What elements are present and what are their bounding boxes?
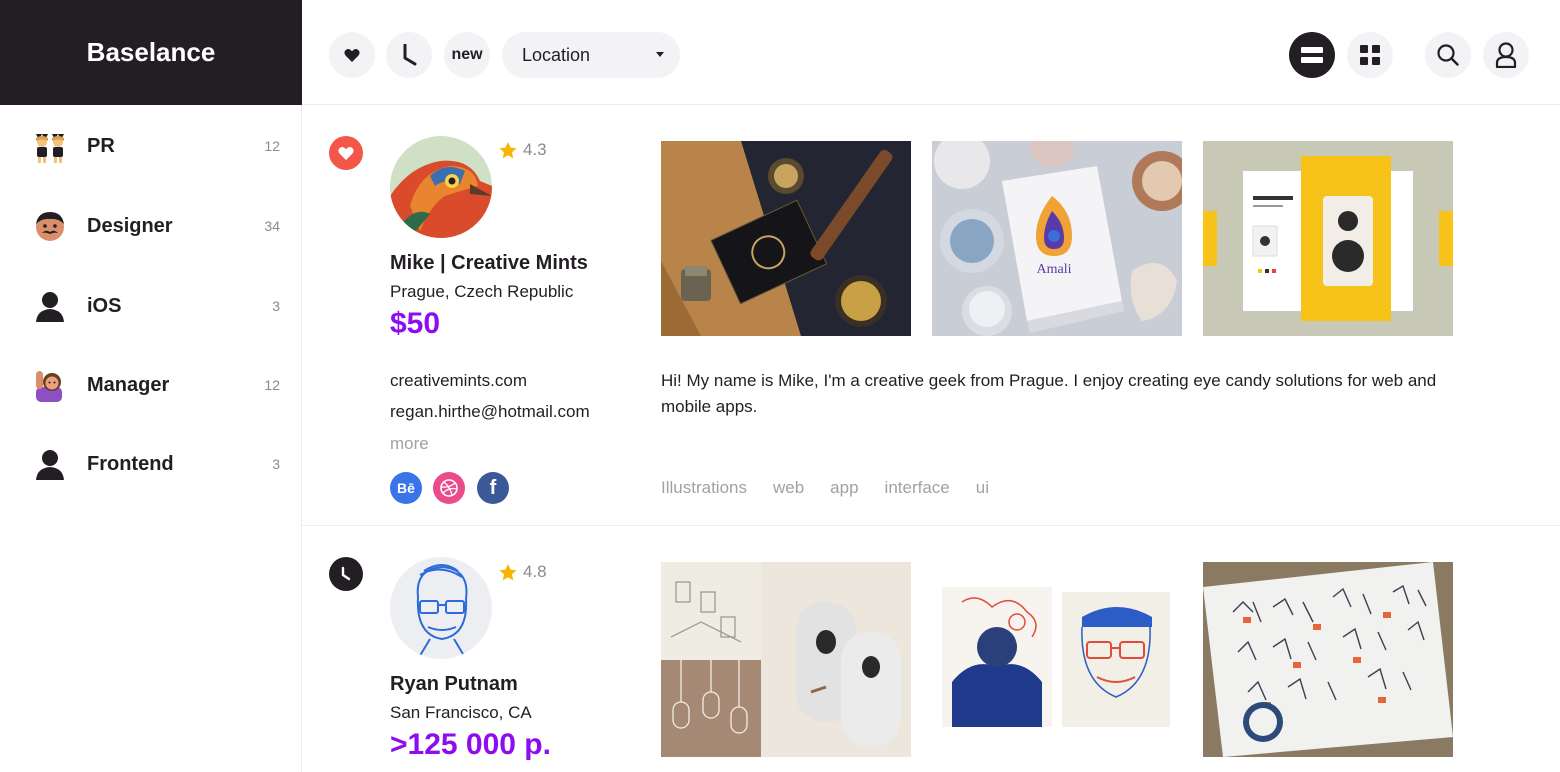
favorites-button[interactable] bbox=[329, 32, 375, 78]
portfolio-thumbnail[interactable] bbox=[932, 562, 1182, 757]
sidebar-item-designer[interactable]: Designer 34 bbox=[0, 196, 302, 256]
portfolio-thumbnail[interactable] bbox=[661, 141, 911, 336]
sidebar-item-count: 12 bbox=[264, 377, 280, 393]
star-icon bbox=[499, 563, 517, 580]
profile-location: Prague, Czech Republic bbox=[390, 282, 574, 301]
recent-button[interactable] bbox=[386, 32, 432, 78]
profile-price: $50 bbox=[390, 307, 441, 340]
list-view-button[interactable] bbox=[1289, 32, 1335, 78]
packaging-photo: Amali bbox=[932, 141, 1182, 336]
sidebar-item-count: 3 bbox=[272, 298, 280, 314]
portfolio-thumbnail[interactable] bbox=[1203, 141, 1453, 336]
birdhouse-photo bbox=[661, 562, 911, 757]
brand-logo[interactable]: Baselance bbox=[0, 0, 302, 105]
facebook-icon[interactable]: f bbox=[477, 472, 509, 504]
more-link[interactable]: more bbox=[390, 434, 429, 454]
sidebar-item-label: PR bbox=[87, 134, 115, 157]
facebook-label: f bbox=[489, 476, 497, 499]
profile-name[interactable]: Ryan Putnam bbox=[390, 673, 518, 696]
thumbnail-logo-text: Amali bbox=[1037, 262, 1072, 277]
sidebar-item-frontend[interactable]: Frontend 3 bbox=[0, 434, 302, 494]
tag[interactable]: web bbox=[773, 478, 804, 498]
star-icon bbox=[499, 141, 517, 158]
woman-raising-hand-emoji-icon bbox=[36, 371, 62, 402]
heart-icon bbox=[338, 146, 354, 160]
new-filter-button[interactable]: new bbox=[444, 32, 490, 78]
rating: 4.8 bbox=[499, 562, 547, 582]
profile-button[interactable] bbox=[1483, 32, 1529, 78]
profile-card: 4.3 Mike | Creative Mints Prague, Czech … bbox=[302, 106, 1560, 526]
profile-card: 4.8 Ryan Putnam San Francisco, CA >125 0… bbox=[302, 527, 1560, 772]
portfolio-thumbnail[interactable]: Amali bbox=[932, 141, 1182, 336]
sidebar-item-ios[interactable]: iOS 3 bbox=[0, 276, 302, 336]
twins-emoji-icon bbox=[36, 134, 64, 163]
clock-icon bbox=[341, 566, 351, 581]
email-link[interactable]: regan.hirthe@hotmail.com bbox=[390, 402, 590, 422]
clock-icon bbox=[403, 44, 417, 66]
chevron-down-icon bbox=[656, 52, 664, 57]
tag[interactable]: interface bbox=[885, 478, 950, 498]
sidebar-item-label: Frontend bbox=[87, 452, 174, 475]
behance-icon[interactable]: Bē bbox=[390, 472, 422, 504]
tag[interactable]: ui bbox=[976, 478, 989, 498]
sidebar-item-count: 12 bbox=[264, 138, 280, 154]
avatar[interactable] bbox=[390, 557, 492, 659]
brand-name: Baselance bbox=[86, 37, 216, 67]
list-view-icon bbox=[1301, 47, 1323, 63]
tag[interactable]: Illustrations bbox=[661, 478, 747, 498]
location-dropdown[interactable]: Location bbox=[502, 32, 680, 78]
sidebar-item-count: 34 bbox=[264, 218, 280, 234]
rating: 4.3 bbox=[499, 140, 547, 160]
favorite-badge[interactable] bbox=[329, 136, 363, 170]
avatar[interactable] bbox=[390, 136, 492, 238]
search-button[interactable] bbox=[1425, 32, 1471, 78]
portrait-prints-photo bbox=[932, 562, 1182, 757]
recent-badge[interactable] bbox=[329, 557, 363, 591]
dribbble-icon[interactable] bbox=[433, 472, 465, 504]
silhouette-emoji-icon bbox=[36, 450, 64, 480]
heart-icon bbox=[344, 48, 360, 62]
man-mustache-emoji-icon bbox=[36, 212, 64, 241]
rating-value: 4.8 bbox=[523, 562, 547, 581]
dribbble-ball-glyph bbox=[440, 479, 458, 497]
user-icon bbox=[1495, 42, 1517, 68]
rating-value: 4.3 bbox=[523, 140, 547, 159]
illustration-print-photo bbox=[1203, 562, 1453, 757]
sidebar-item-label: Designer bbox=[87, 214, 173, 237]
silhouette-emoji-icon bbox=[36, 292, 64, 322]
location-label: Location bbox=[522, 44, 591, 65]
speaker-ui-photo bbox=[1203, 141, 1453, 336]
line-portrait-avatar bbox=[390, 557, 492, 659]
new-filter-label: new bbox=[451, 46, 483, 63]
grid-view-icon bbox=[1360, 45, 1380, 65]
portfolio-thumbnail[interactable] bbox=[1203, 562, 1453, 757]
search-icon bbox=[1437, 44, 1459, 66]
sidebar-item-manager[interactable]: Manager 12 bbox=[0, 355, 302, 415]
portfolio-thumbnail[interactable] bbox=[661, 562, 911, 757]
tag-list: Illustrations web app interface ui bbox=[661, 478, 989, 498]
grid-view-button[interactable] bbox=[1347, 32, 1393, 78]
profile-location: San Francisco, CA bbox=[390, 703, 532, 722]
behance-label: Bē bbox=[397, 480, 415, 496]
sidebar-item-label: iOS bbox=[87, 294, 122, 317]
bird-illustration-avatar bbox=[390, 136, 492, 238]
sidebar-item-label: Manager bbox=[87, 373, 170, 396]
profile-price: >125 000 p. bbox=[390, 728, 551, 761]
tag[interactable]: app bbox=[830, 478, 858, 498]
profile-bio: Hi! My name is Mike, I'm a creative geek… bbox=[661, 371, 1437, 416]
stationery-photo bbox=[661, 141, 911, 336]
website-link[interactable]: creativemints.com bbox=[390, 371, 527, 391]
sidebar-item-pr[interactable]: PR 12 bbox=[0, 116, 302, 176]
topbar: new Location bbox=[302, 0, 1560, 105]
sidebar-item-count: 3 bbox=[272, 456, 280, 472]
sidebar: PR 12 Designer 34 iOS 3 Manager 12 Front… bbox=[0, 105, 302, 772]
profile-name[interactable]: Mike | Creative Mints bbox=[390, 252, 588, 275]
